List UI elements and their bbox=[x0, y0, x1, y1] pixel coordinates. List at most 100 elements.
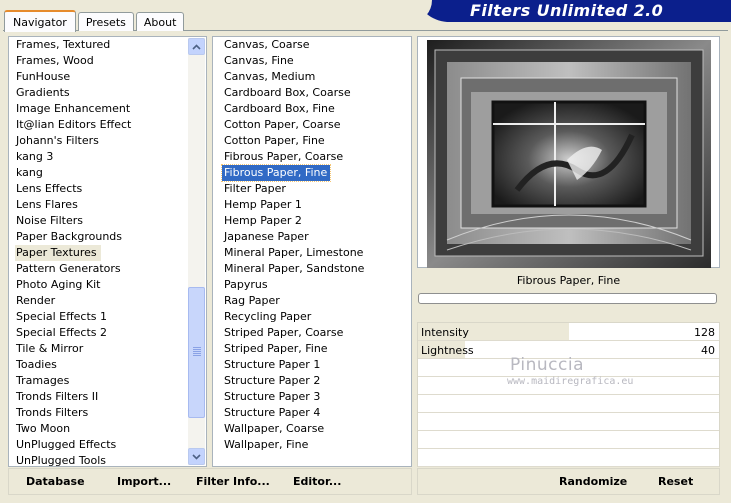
filter-item[interactable]: Structure Paper 4 bbox=[213, 405, 411, 421]
category-item-label: UnPlugged Effects bbox=[16, 438, 117, 451]
category-item-label: Noise Filters bbox=[16, 214, 83, 227]
filter-info-button[interactable]: Filter Info... bbox=[196, 475, 270, 488]
category-item[interactable]: Lens Effects bbox=[9, 181, 206, 197]
filter-item[interactable]: Fibrous Paper, Coarse bbox=[213, 149, 411, 165]
category-item[interactable]: Pattern Generators bbox=[9, 261, 206, 277]
filter-item-label: Recycling Paper bbox=[224, 310, 312, 323]
category-item-label: Toadies bbox=[16, 358, 57, 371]
param-intensity-label: Intensity bbox=[421, 326, 469, 339]
category-item[interactable]: Image Enhancement bbox=[9, 101, 206, 117]
filter-item[interactable]: Hemp Paper 2 bbox=[213, 213, 411, 229]
category-item[interactable]: Toadies bbox=[9, 357, 206, 373]
grip-icon bbox=[193, 347, 201, 356]
filter-item[interactable]: Structure Paper 2 bbox=[213, 373, 411, 389]
category-item[interactable]: Frames, Textured bbox=[9, 37, 206, 53]
category-list[interactable]: Frames, Textured Frames, Wood FunHouse Grad… bbox=[8, 36, 207, 467]
category-item[interactable]: Paper Textures bbox=[9, 245, 206, 261]
category-item-label: kang 3 bbox=[16, 150, 54, 163]
category-item[interactable]: UnPlugged Tools bbox=[9, 453, 206, 467]
filter-item[interactable]: Fibrous Paper, Fine bbox=[213, 164, 411, 182]
category-scrollbar[interactable] bbox=[188, 38, 205, 465]
filter-item[interactable]: Structure Paper 3 bbox=[213, 389, 411, 405]
category-item[interactable]: Gradients bbox=[9, 85, 206, 101]
scroll-thumb[interactable] bbox=[188, 287, 205, 418]
progress-bar bbox=[418, 293, 717, 304]
filter-item[interactable]: Cardboard Box, Fine bbox=[213, 101, 411, 117]
category-items: Frames, Textured Frames, Wood FunHouse Grad… bbox=[9, 37, 206, 467]
category-item[interactable]: FunHouse bbox=[9, 69, 206, 85]
filter-item[interactable]: Papyrus bbox=[213, 277, 411, 293]
filter-item[interactable]: Mineral Paper, Sandstone bbox=[213, 261, 411, 277]
category-item[interactable]: kang bbox=[9, 165, 206, 181]
tab-presets[interactable]: Presets bbox=[77, 12, 134, 31]
filter-item[interactable]: Canvas, Medium bbox=[213, 69, 411, 85]
category-item[interactable]: Two Moon bbox=[9, 421, 206, 437]
filter-item[interactable]: Wallpaper, Coarse bbox=[213, 421, 411, 437]
filter-item-label: Canvas, Medium bbox=[224, 70, 316, 83]
category-item[interactable]: It@lian Editors Effect bbox=[9, 117, 206, 133]
editor-button[interactable]: Editor... bbox=[293, 475, 341, 488]
category-item-label: FunHouse bbox=[16, 70, 71, 83]
filter-item[interactable]: Striped Paper, Coarse bbox=[213, 325, 411, 341]
category-item[interactable]: Tramages bbox=[9, 373, 206, 389]
left-button-bar: Database Import... Filter Info... Editor… bbox=[8, 468, 412, 495]
category-item[interactable]: Special Effects 1 bbox=[9, 309, 206, 325]
category-item[interactable]: Photo Aging Kit bbox=[9, 277, 206, 293]
param-intensity[interactable]: Intensity 128 bbox=[418, 323, 719, 341]
category-item[interactable]: Tronds Filters bbox=[9, 405, 206, 421]
filter-item[interactable]: Rag Paper bbox=[213, 293, 411, 309]
import-button[interactable]: Import... bbox=[117, 475, 171, 488]
category-item-label: Lens Effects bbox=[16, 182, 83, 195]
randomize-button[interactable]: Randomize bbox=[559, 475, 627, 488]
param-intensity-value: 128 bbox=[694, 326, 715, 339]
filter-item-label: Mineral Paper, Sandstone bbox=[224, 262, 365, 275]
filter-item[interactable]: Canvas, Coarse bbox=[213, 37, 411, 53]
filter-item[interactable]: Wallpaper, Fine bbox=[213, 437, 411, 453]
filter-item-label: Hemp Paper 1 bbox=[224, 198, 302, 211]
scroll-down-button[interactable] bbox=[188, 448, 205, 465]
category-item[interactable]: UnPlugged Effects bbox=[9, 437, 206, 453]
tab-about[interactable]: About bbox=[135, 12, 185, 31]
filter-item[interactable]: Cardboard Box, Coarse bbox=[213, 85, 411, 101]
filter-item[interactable]: Recycling Paper bbox=[213, 309, 411, 325]
category-item[interactable]: kang 3 bbox=[9, 149, 206, 165]
scroll-up-button[interactable] bbox=[188, 38, 205, 55]
category-item[interactable]: Special Effects 2 bbox=[9, 325, 206, 341]
filter-item[interactable]: Canvas, Fine bbox=[213, 53, 411, 69]
filter-item[interactable]: Cotton Paper, Fine bbox=[213, 133, 411, 149]
category-item-label: Tronds Filters bbox=[16, 406, 89, 419]
filter-item-label: Hemp Paper 2 bbox=[224, 214, 302, 227]
category-item-label: Photo Aging Kit bbox=[16, 278, 101, 291]
chevron-down-icon bbox=[192, 453, 201, 460]
param-row-empty bbox=[418, 431, 719, 449]
database-button[interactable]: Database bbox=[26, 475, 85, 488]
reset-button[interactable]: Reset bbox=[658, 475, 693, 488]
filter-item[interactable]: Filter Paper bbox=[213, 181, 411, 197]
category-item[interactable]: Noise Filters bbox=[9, 213, 206, 229]
tab-bar: Navigator Presets About bbox=[4, 9, 186, 32]
filter-item[interactable]: Mineral Paper, Limestone bbox=[213, 245, 411, 261]
category-item[interactable]: Paper Backgrounds bbox=[9, 229, 206, 245]
filter-item[interactable]: Striped Paper, Fine bbox=[213, 341, 411, 357]
filter-items: Canvas, Coarse Canvas, Fine Canvas, Medium… bbox=[213, 37, 411, 453]
filter-item-label: Structure Paper 4 bbox=[224, 406, 321, 419]
category-item-label: UnPlugged Tools bbox=[16, 454, 106, 467]
category-item[interactable]: Johann's Filters bbox=[9, 133, 206, 149]
filter-item[interactable]: Japanese Paper bbox=[213, 229, 411, 245]
filter-item-label: Fibrous Paper, Coarse bbox=[224, 150, 344, 163]
category-item[interactable]: Frames, Wood bbox=[9, 53, 206, 69]
filter-item[interactable]: Cotton Paper, Coarse bbox=[213, 117, 411, 133]
tab-navigator[interactable]: Navigator bbox=[4, 10, 76, 32]
filter-item-label: Rag Paper bbox=[224, 294, 280, 307]
category-item[interactable]: Tronds Filters II bbox=[9, 389, 206, 405]
filter-list[interactable]: Canvas, Coarse Canvas, Fine Canvas, Medium… bbox=[212, 36, 412, 467]
filter-item-label: Striped Paper, Fine bbox=[224, 342, 328, 355]
preview-filter-name: Fibrous Paper, Fine bbox=[516, 274, 621, 287]
category-item[interactable]: Render bbox=[9, 293, 206, 309]
category-item-label: Two Moon bbox=[16, 422, 71, 435]
filter-item[interactable]: Structure Paper 1 bbox=[213, 357, 411, 373]
category-item-label: Frames, Wood bbox=[16, 54, 94, 67]
category-item[interactable]: Lens Flares bbox=[9, 197, 206, 213]
category-item[interactable]: Tile & Mirror bbox=[9, 341, 206, 357]
filter-item[interactable]: Hemp Paper 1 bbox=[213, 197, 411, 213]
